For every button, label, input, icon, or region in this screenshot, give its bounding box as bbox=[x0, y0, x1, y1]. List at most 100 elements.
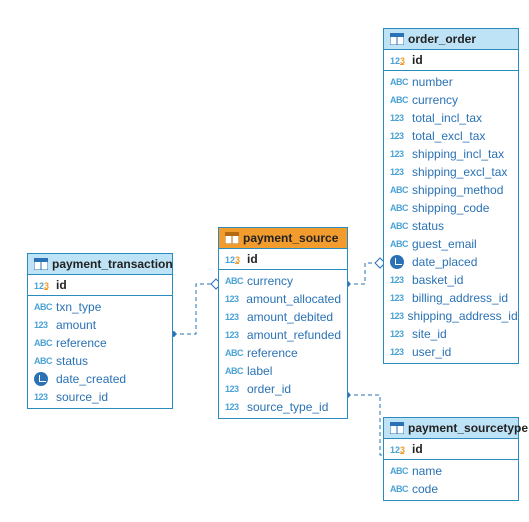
text-type-icon: ABC bbox=[390, 484, 408, 494]
svg-text:12: 12 bbox=[34, 281, 44, 291]
column-list: ABC name ABCcode bbox=[384, 460, 518, 500]
table-title: payment_sourcetype bbox=[408, 421, 528, 435]
text-type-icon: ABC bbox=[390, 239, 408, 249]
numeric-type-icon: 123 bbox=[390, 329, 408, 339]
column-name: status bbox=[56, 354, 88, 368]
column-name: billing_address_id bbox=[412, 291, 508, 305]
table-order-order[interactable]: order_order 123 id ABCnumberABCcurrency1… bbox=[383, 28, 519, 364]
text-type-icon: ABC bbox=[225, 276, 243, 286]
table-payment-transaction[interactable]: payment_transaction 123 id ABCtxn_type12… bbox=[27, 253, 173, 409]
numeric-type-icon: 123 bbox=[390, 275, 408, 285]
column-name: site_id bbox=[412, 327, 447, 341]
key-icon: 123 bbox=[390, 53, 408, 67]
column-name: reference bbox=[247, 346, 298, 360]
column-name: number bbox=[412, 75, 453, 89]
text-type-icon: ABC bbox=[225, 366, 243, 376]
numeric-type-icon: 123 bbox=[390, 311, 404, 321]
table-payment-source[interactable]: payment_source 123 id ABCcurrency123amou… bbox=[218, 227, 348, 419]
numeric-type-icon: 123 bbox=[390, 347, 408, 357]
text-type-icon: ABC bbox=[34, 356, 52, 366]
column-row[interactable]: 123total_excl_tax bbox=[384, 127, 518, 145]
column-row[interactable]: 123billing_address_id bbox=[384, 289, 518, 307]
column-name: amount_allocated bbox=[246, 292, 341, 306]
column-name: amount_refunded bbox=[247, 328, 341, 342]
table-header[interactable]: payment_source bbox=[219, 228, 347, 249]
column-row[interactable]: ABCcurrency bbox=[384, 91, 518, 109]
column-name: date_created bbox=[56, 372, 126, 386]
numeric-type-icon: 123 bbox=[225, 384, 243, 394]
column-name: date_placed bbox=[412, 255, 477, 269]
column-name: amount_debited bbox=[247, 310, 333, 324]
svg-text:12: 12 bbox=[225, 255, 235, 265]
column-list: ABCtxn_type 123 amount ABCreference ABC statu… bbox=[28, 296, 172, 408]
table-icon bbox=[390, 422, 404, 434]
numeric-type-icon: 123 bbox=[34, 392, 52, 402]
column-row[interactable]: 123shipping_address_id bbox=[384, 307, 518, 325]
column-row[interactable]: 123amount_refunded bbox=[219, 326, 347, 344]
column-row[interactable]: ABC number bbox=[384, 73, 518, 91]
column-row[interactable]: ABC name bbox=[384, 462, 518, 480]
column-row[interactable]: 123 basket_id bbox=[384, 271, 518, 289]
numeric-type-icon: 123 bbox=[225, 402, 243, 412]
table-icon bbox=[34, 258, 48, 270]
column-row[interactable]: 123 amount bbox=[28, 316, 172, 334]
column-name: total_incl_tax bbox=[412, 111, 482, 125]
column-row[interactable]: ABC shipping_method bbox=[384, 181, 518, 199]
datetime-type-icon bbox=[34, 372, 52, 386]
column-row[interactable]: ABCcode bbox=[384, 480, 518, 498]
primary-key-row[interactable]: 123 id bbox=[384, 439, 518, 460]
column-row[interactable]: ABCshipping_code bbox=[384, 199, 518, 217]
column-name: source_type_id bbox=[247, 400, 328, 414]
column-list: ABCnumberABCcurrency123total_incl_tax123… bbox=[384, 71, 518, 363]
table-header[interactable]: order_order bbox=[384, 29, 518, 50]
column-name: status bbox=[412, 219, 444, 233]
text-type-icon: ABC bbox=[390, 221, 408, 231]
column-row[interactable]: 123amount_debited bbox=[219, 308, 347, 326]
key-icon: 123 bbox=[34, 278, 52, 292]
primary-key-row[interactable]: 123 id bbox=[28, 275, 172, 296]
column-row[interactable]: ABC guest_email bbox=[384, 235, 518, 253]
column-name: source_id bbox=[56, 390, 108, 404]
column-row[interactable]: ABClabel bbox=[219, 362, 347, 380]
column-row[interactable]: 123 user_id bbox=[384, 343, 518, 361]
column-name: reference bbox=[56, 336, 107, 350]
column-name: shipping_method bbox=[412, 183, 503, 197]
column-row[interactable]: 123order_id bbox=[219, 380, 347, 398]
text-type-icon: ABC bbox=[390, 185, 408, 195]
column-row[interactable]: 123 source_id bbox=[28, 388, 172, 406]
column-row[interactable]: date_placed bbox=[384, 253, 518, 271]
column-row[interactable]: 123 source_type_id bbox=[219, 398, 347, 416]
table-header[interactable]: payment_transaction bbox=[28, 254, 172, 275]
table-header[interactable]: payment_sourcetype bbox=[384, 418, 518, 439]
column-name: guest_email bbox=[412, 237, 477, 251]
column-row[interactable]: ABCtxn_type bbox=[28, 298, 172, 316]
column-name: user_id bbox=[412, 345, 451, 359]
numeric-type-icon: 123 bbox=[34, 320, 52, 330]
column-row[interactable]: ABCcurrency bbox=[219, 272, 347, 290]
table-title: order_order bbox=[408, 32, 476, 46]
column-row[interactable]: 123shipping_excl_tax bbox=[384, 163, 518, 181]
column-row[interactable]: 123 site_id bbox=[384, 325, 518, 343]
table-icon bbox=[390, 33, 404, 45]
column-name: basket_id bbox=[412, 273, 463, 287]
text-type-icon: ABC bbox=[390, 466, 408, 476]
column-row[interactable]: ABCreference bbox=[28, 334, 172, 352]
column-row[interactable]: 123 amount_allocated bbox=[219, 290, 347, 308]
table-payment-sourcetype[interactable]: payment_sourcetype 123 id ABC name ABCcode bbox=[383, 417, 519, 501]
column-row[interactable]: date_created bbox=[28, 370, 172, 388]
pk-name: id bbox=[412, 442, 423, 456]
key-icon: 123 bbox=[390, 442, 408, 456]
primary-key-row[interactable]: 123 id bbox=[384, 50, 518, 71]
column-row[interactable]: 123total_incl_tax bbox=[384, 109, 518, 127]
column-row[interactable]: ABC status bbox=[28, 352, 172, 370]
column-row[interactable]: 123shipping_incl_tax bbox=[384, 145, 518, 163]
pk-name: id bbox=[412, 53, 423, 67]
text-type-icon: ABC bbox=[390, 77, 408, 87]
primary-key-row[interactable]: 123 id bbox=[219, 249, 347, 270]
column-row[interactable]: ABC status bbox=[384, 217, 518, 235]
column-name: name bbox=[412, 464, 442, 478]
column-name: amount bbox=[56, 318, 96, 332]
column-row[interactable]: ABCreference bbox=[219, 344, 347, 362]
pk-name: id bbox=[247, 252, 258, 266]
numeric-type-icon: 123 bbox=[225, 294, 242, 304]
